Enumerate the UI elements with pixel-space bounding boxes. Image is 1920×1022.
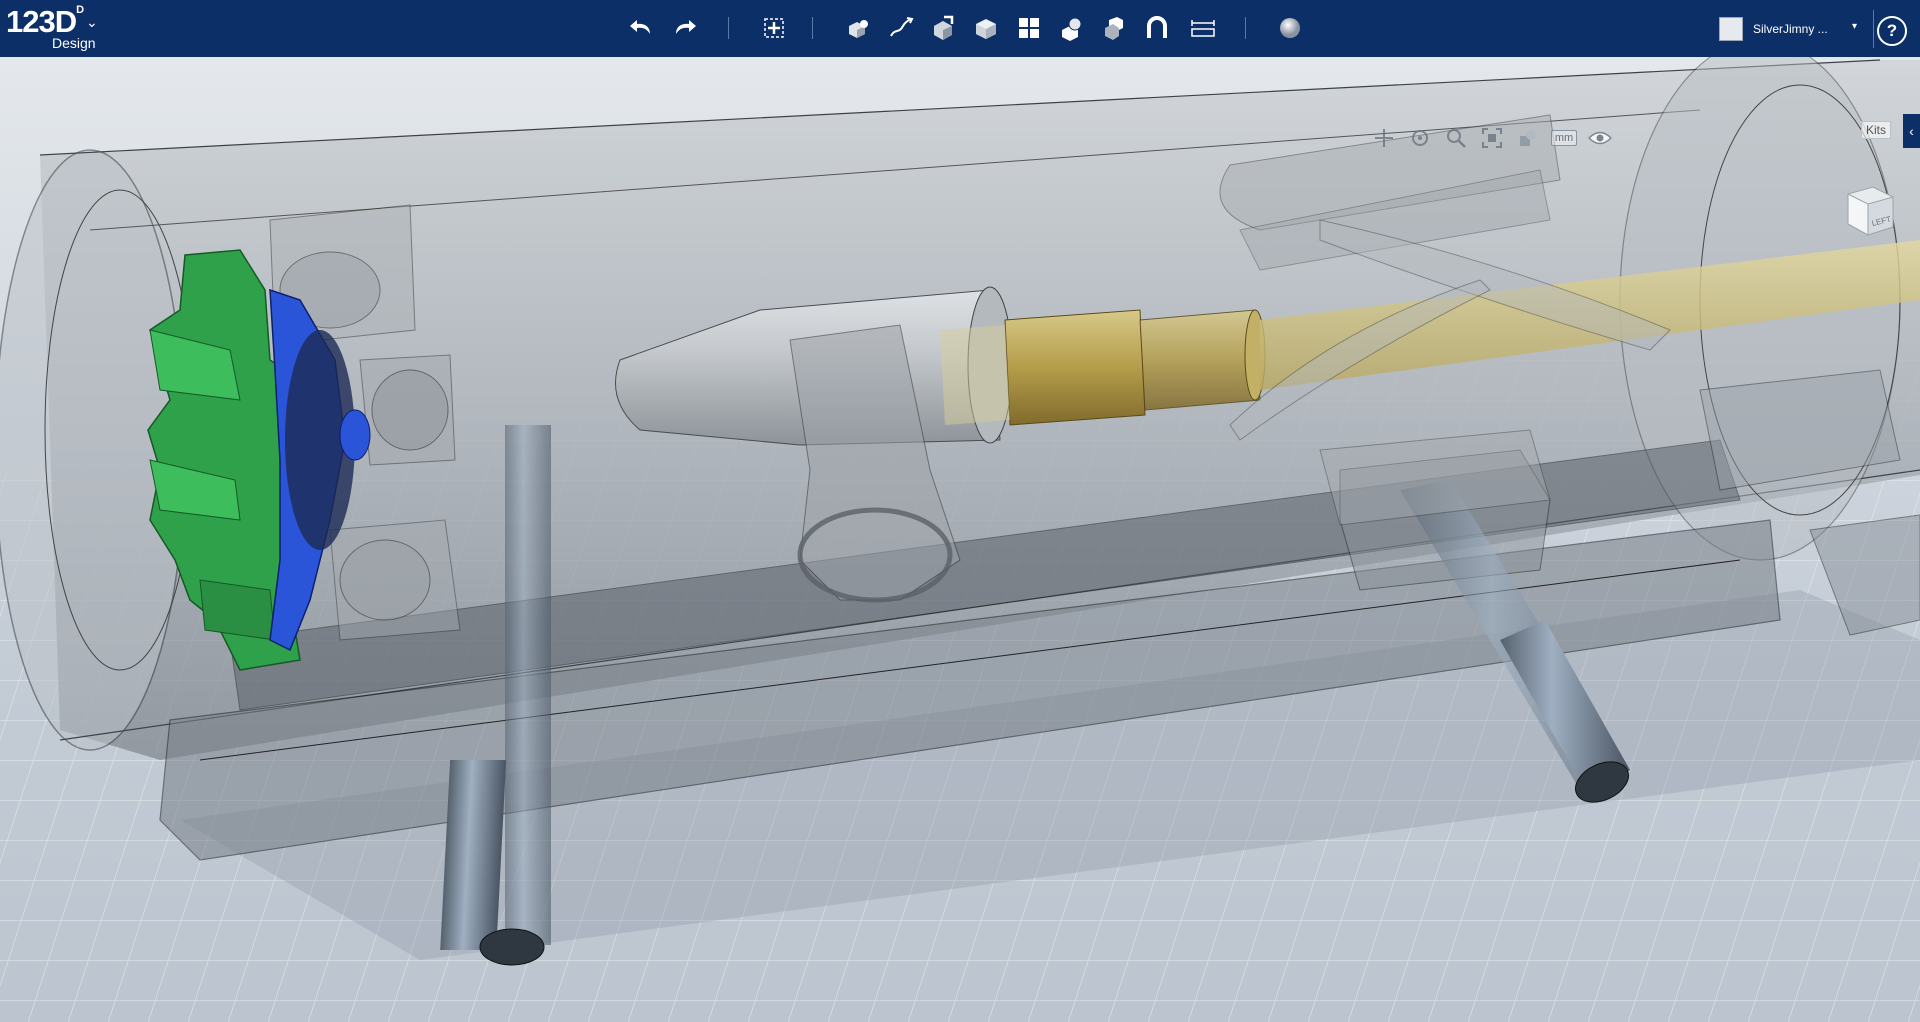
- modify-button[interactable]: [970, 12, 1002, 44]
- primitives-button[interactable]: [842, 12, 874, 44]
- redo-icon: [676, 20, 696, 34]
- material-icon: [1280, 18, 1300, 38]
- kits-button[interactable]: Kits: [1861, 121, 1892, 139]
- modify-icon: [976, 19, 996, 39]
- construct-icon: [934, 15, 954, 40]
- toolbar-divider: [1245, 17, 1246, 39]
- toolbar-divider: [1873, 10, 1874, 48]
- pattern-icon: [1019, 18, 1039, 38]
- construct-button[interactable]: [928, 12, 960, 44]
- view-mode-button[interactable]: [1514, 124, 1542, 152]
- undo-icon: [630, 20, 650, 34]
- material-button[interactable]: [1274, 12, 1306, 44]
- help-button[interactable]: ?: [1877, 16, 1907, 46]
- view-cube[interactable]: LEFT: [1838, 179, 1898, 239]
- logo-caret-icon[interactable]: ⌄: [86, 14, 98, 31]
- zoom-button[interactable]: [1442, 124, 1470, 152]
- fit-button[interactable]: [1478, 124, 1506, 152]
- eye-icon: [1588, 131, 1612, 145]
- grouping-icon: [1062, 17, 1082, 41]
- pan-icon: [1375, 129, 1393, 147]
- user-menu[interactable]: SilverJimny ...: [1719, 15, 1828, 43]
- pattern-button[interactable]: [1013, 12, 1045, 44]
- snap-icon: [1147, 16, 1167, 38]
- redo-button[interactable]: [668, 12, 700, 44]
- logo-subtitle: Design: [52, 35, 96, 51]
- toolbar-divider: [728, 17, 729, 39]
- combine-icon: [1105, 17, 1123, 40]
- fit-icon: [1482, 128, 1502, 148]
- sketch-button[interactable]: [885, 12, 917, 44]
- panel-collapse-arrow-icon[interactable]: ‹: [1903, 114, 1920, 148]
- zoom-icon: [1447, 129, 1466, 148]
- view-cube-icon: LEFT: [1847, 186, 1894, 236]
- measure-icon: [1191, 20, 1215, 37]
- units-label: mm: [1550, 130, 1578, 146]
- units-button[interactable]: mm: [1550, 124, 1578, 152]
- snap-button[interactable]: [1141, 12, 1173, 44]
- orbit-button[interactable]: [1406, 124, 1434, 152]
- toolbar-divider: [812, 17, 813, 39]
- primitives-icon: [849, 20, 868, 38]
- combine-button[interactable]: [1099, 12, 1131, 44]
- measure-button[interactable]: [1187, 12, 1219, 44]
- username: SilverJimny ...: [1753, 22, 1828, 36]
- orbit-icon: [1412, 130, 1428, 146]
- avatar: [1719, 17, 1743, 41]
- sketch-icon: [890, 17, 914, 37]
- pan-button[interactable]: [1370, 124, 1398, 152]
- top-toolbar: 123DD ⌄ Design SilverJimny ... ▾ ?: [0, 0, 1920, 57]
- navigation-bar: mm: [1370, 123, 1614, 153]
- transform-button[interactable]: [758, 12, 790, 44]
- 3d-scene: [0, 57, 1920, 1022]
- transform-icon: [764, 18, 784, 38]
- grouping-button[interactable]: [1056, 12, 1088, 44]
- visibility-button[interactable]: [1586, 124, 1614, 152]
- user-dropdown-caret-icon[interactable]: ▾: [1852, 21, 1857, 32]
- undo-button[interactable]: [626, 12, 658, 44]
- app-logo[interactable]: 123DD ⌄ Design: [6, 4, 106, 54]
- cube-sphere-icon: [1520, 130, 1536, 146]
- 3d-viewport[interactable]: mm Kits ‹ LEFT: [0, 57, 1920, 1022]
